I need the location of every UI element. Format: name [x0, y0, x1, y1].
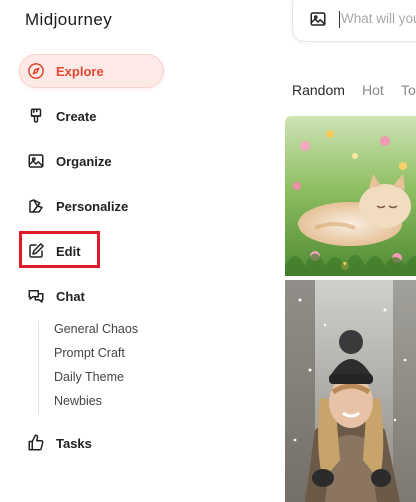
edit-icon: [29, 243, 44, 258]
sidebar-item-label: Create: [56, 108, 97, 124]
compass-icon: [28, 63, 44, 79]
sidebar-item-label: Organize: [56, 153, 112, 169]
chat-bubbles-icon: [28, 290, 44, 303]
sidebar-item-tasks[interactable]: Tasks: [27, 434, 92, 452]
chat-channel-newbies[interactable]: Newbies: [54, 394, 102, 408]
sidebar-item-label: Personalize: [56, 198, 129, 214]
chat-channels-divider: [38, 321, 39, 414]
tab-hot[interactable]: Hot: [362, 82, 384, 98]
sidebar-item-explore[interactable]: Explore: [27, 62, 104, 80]
thumbs-up-icon: [28, 434, 44, 451]
feed-image-kitten[interactable]: [285, 116, 416, 276]
chat-channel-daily-theme[interactable]: Daily Theme: [54, 370, 124, 384]
sidebar-item-chat[interactable]: Chat: [27, 287, 85, 305]
sidebar-item-label: Edit: [56, 243, 81, 259]
chat-channel-prompt-craft[interactable]: Prompt Craft: [54, 346, 125, 360]
palette-icon: [29, 199, 43, 213]
app-title: Midjourney: [25, 10, 113, 29]
text-caret: [339, 11, 340, 28]
brush-icon: [30, 108, 42, 123]
tab-random[interactable]: Random: [292, 82, 345, 98]
image-upload-icon[interactable]: [309, 10, 327, 28]
feed-image-winter-portrait[interactable]: [285, 280, 416, 502]
image-icon: [28, 154, 44, 168]
sidebar-item-create[interactable]: Create: [27, 107, 96, 125]
sidebar-item-label: Chat: [56, 288, 85, 304]
sidebar-item-label: Explore: [56, 63, 104, 79]
sidebar-item-edit[interactable]: Edit: [27, 242, 81, 260]
chat-channel-general-chaos[interactable]: General Chaos: [54, 322, 138, 336]
search-bar[interactable]: What will you: [292, 0, 416, 42]
tab-top[interactable]: To: [401, 82, 416, 98]
sidebar-item-personalize[interactable]: Personalize: [27, 197, 128, 215]
search-input[interactable]: What will you: [341, 11, 416, 26]
sidebar-item-organize[interactable]: Organize: [27, 152, 112, 170]
sidebar-item-label: Tasks: [56, 435, 92, 451]
